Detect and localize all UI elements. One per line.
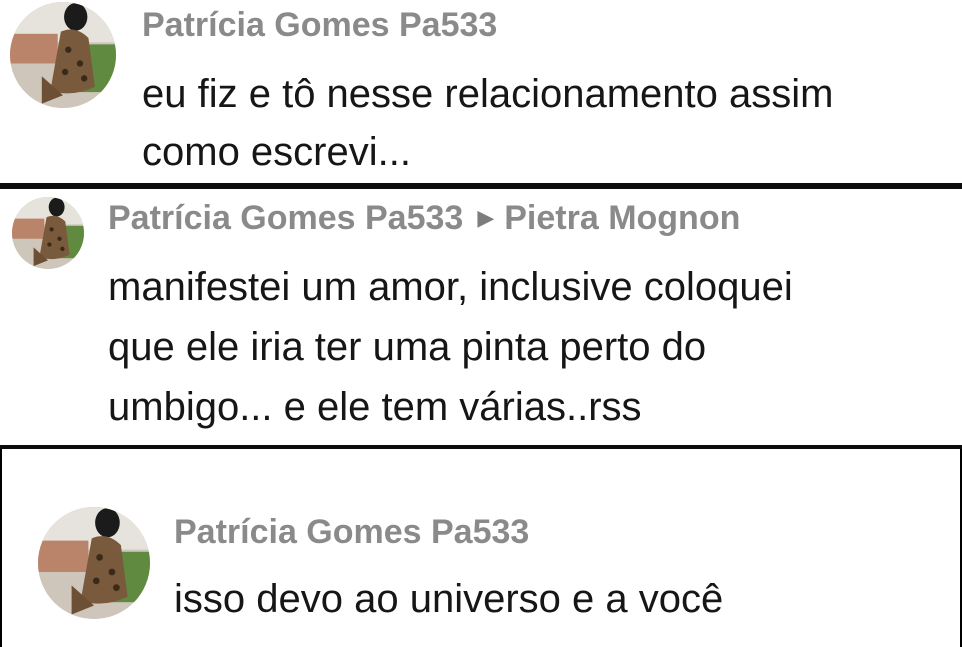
comment-header: Patrícia Gomes Pa533 ▶ Pietra Mognon — [108, 199, 740, 238]
comment-text-line: umbigo... e ele tem várias..rss — [108, 385, 642, 429]
comment-panel-3: Patrícia Gomes Pa533 isso devo ao univer… — [0, 449, 962, 647]
comment-text-line: isso devo ao universo e a você — [174, 577, 724, 621]
comment-text-line: eu fiz e tô nesse relacionamento assim — [142, 72, 834, 116]
comment-text-line: que ele iria ter uma pinta perto do — [108, 325, 707, 369]
reply-arrow-icon: ▶ — [477, 205, 495, 230]
comment-text-line: como escrevi... — [142, 130, 411, 174]
profile-photo-icon — [38, 507, 150, 619]
comment-text-line: manifestei um amor, inclusive coloquei — [108, 265, 793, 309]
comment-panel-2: Patrícia Gomes Pa533 ▶ Pietra Mognon manif… — [0, 189, 962, 445]
comment-author[interactable]: Patrícia Gomes Pa533 — [108, 199, 463, 237]
avatar[interactable] — [10, 2, 116, 108]
reply-to-user[interactable]: Pietra Mognon — [504, 199, 740, 237]
avatar[interactable] — [12, 197, 84, 269]
avatar[interactable] — [38, 507, 150, 619]
comment-author[interactable]: Patrícia Gomes Pa533 — [142, 6, 497, 45]
profile-photo-icon — [12, 197, 84, 269]
comment-panel-1: Patrícia Gomes Pa533 eu fiz e tô nesse r… — [0, 0, 962, 183]
comment-author[interactable]: Patrícia Gomes Pa533 — [174, 513, 529, 552]
profile-photo-icon — [10, 2, 116, 108]
